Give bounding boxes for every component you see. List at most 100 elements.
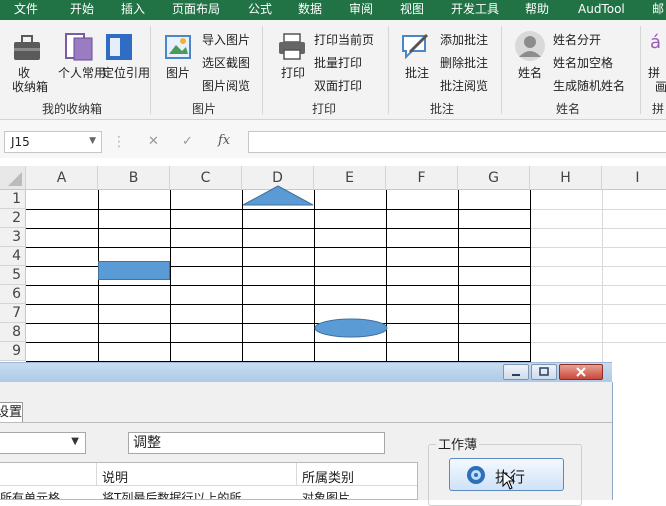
tab-mail[interactable]: 邮 xyxy=(652,0,664,20)
tab-formulas[interactable]: 公式 xyxy=(248,0,272,20)
chevron-down-icon[interactable]: ▼ xyxy=(71,436,79,447)
group-separator xyxy=(501,26,502,114)
print-label: 打印 xyxy=(281,66,306,80)
tab-insert[interactable]: 插入 xyxy=(121,0,145,20)
storage-box-label: 收纳箱 xyxy=(12,80,49,94)
table-header-row: 说明 所属类别 xyxy=(0,463,417,486)
tab-settings[interactable]: 设置 xyxy=(0,402,23,423)
region-capture-label: 选区截图 xyxy=(202,56,251,70)
maximize-button[interactable] xyxy=(531,364,557,380)
row-header-4[interactable]: 4 xyxy=(0,247,26,266)
group-separator xyxy=(150,26,151,114)
locate-ref-label: 定位引用 xyxy=(102,66,151,80)
tab-review[interactable]: 审阅 xyxy=(349,0,373,20)
row-header-5[interactable]: 5 xyxy=(0,266,26,285)
person-icon xyxy=(515,31,545,61)
table-header-description[interactable]: 说明 xyxy=(102,467,128,486)
tab-help[interactable]: 帮助 xyxy=(525,0,549,20)
select-all-corner[interactable] xyxy=(0,166,26,190)
column-header-h[interactable]: H xyxy=(530,166,602,190)
group-separator xyxy=(262,26,263,114)
print-current-page-label: 打印当前页 xyxy=(314,33,375,47)
name-add-space-label: 姓名加空格 xyxy=(553,56,614,70)
column-header-i[interactable]: I xyxy=(602,166,666,190)
adjust-text-value: 调整 xyxy=(133,435,161,451)
group-separator xyxy=(640,26,641,114)
duplex-print-label: 双面打印 xyxy=(314,79,363,93)
tab-audtool[interactable]: AudTool xyxy=(578,0,625,20)
minimize-icon xyxy=(512,374,520,376)
select-all-icon xyxy=(8,172,22,186)
spreadsheet-grid: A B C D E F G H I 1 2 3 4 5 6 7 8 9 xyxy=(0,166,666,366)
chevron-down-icon[interactable]: ▼ xyxy=(89,136,96,146)
split-name-label: 姓名分开 xyxy=(553,33,602,47)
adjust-text-field[interactable]: 调整 xyxy=(128,432,385,454)
column-header-f[interactable]: F xyxy=(386,166,458,190)
tab-page-layout[interactable]: 页面布局 xyxy=(172,0,220,20)
category-dropdown[interactable]: ▼ xyxy=(0,432,86,454)
printer-icon xyxy=(279,33,305,60)
column-divider xyxy=(96,463,97,485)
group-label-storage: 我的收纳箱 xyxy=(42,102,103,116)
ellipse-shape[interactable] xyxy=(314,318,388,338)
picture-browse-label: 图片阅览 xyxy=(202,79,251,93)
tab-view[interactable]: 视图 xyxy=(400,0,424,20)
cancel-icon[interactable]: ✕ xyxy=(148,134,159,149)
rectangle-shape[interactable] xyxy=(98,261,170,280)
column-header-a[interactable]: A xyxy=(26,166,98,190)
random-name-label: 生成随机姓名 xyxy=(553,79,626,93)
tab-data[interactable]: 数据 xyxy=(298,0,322,20)
tab-home[interactable]: 开始 xyxy=(70,0,94,20)
tab-developer[interactable]: 开发工具 xyxy=(451,0,499,20)
row-header-7[interactable]: 7 xyxy=(0,304,26,323)
storage-box-label-1: 收 xyxy=(18,66,31,80)
table-cell-name: 所有单元格 xyxy=(0,491,61,500)
maximize-icon xyxy=(539,367,549,376)
group-label-print: 打印 xyxy=(312,102,337,116)
row-header-9[interactable]: 9 xyxy=(0,342,26,361)
workbook-group-label: 工作薄 xyxy=(436,434,480,453)
execute-button[interactable]: 执行 xyxy=(449,458,564,491)
toolbox-icon xyxy=(14,35,40,60)
more-options-icon[interactable]: ⋮ xyxy=(112,134,126,150)
minimize-button[interactable] xyxy=(503,364,529,380)
batch-print-label: 批量打印 xyxy=(314,56,363,70)
name-box[interactable]: J15 ▼ xyxy=(4,131,102,153)
picture-label: 图片 xyxy=(166,66,191,80)
table-cell-category: 对象图片 xyxy=(302,491,351,500)
row-header-6[interactable]: 6 xyxy=(0,285,26,304)
dialog-body: 设置 ▼ 调整 工作薄 执行 说明 所属类别 所有单元格 将 xyxy=(0,382,613,506)
column-header-g[interactable]: G xyxy=(458,166,530,190)
formula-input[interactable] xyxy=(248,131,666,153)
column-header-e[interactable]: E xyxy=(314,166,386,190)
delete-annotation-label: 删除批注 xyxy=(440,56,489,70)
name-box-value: J15 xyxy=(11,135,30,149)
column-divider xyxy=(296,463,297,485)
column-header-c[interactable]: C xyxy=(170,166,242,190)
confirm-icon[interactable]: ✓ xyxy=(182,134,193,149)
row-header-1[interactable]: 1 xyxy=(0,190,26,209)
function-table[interactable]: 说明 所属类别 所有单元格 将T列最后数据行以上的所 对象图片 xyxy=(0,462,418,500)
row-header-3[interactable]: 3 xyxy=(0,228,26,247)
triangle-shape[interactable] xyxy=(242,185,314,206)
fx-icon[interactable]: fx xyxy=(218,133,230,148)
close-button[interactable] xyxy=(559,364,603,380)
group-label-name: 姓名 xyxy=(556,102,581,116)
tab-file[interactable]: 文件 xyxy=(14,0,38,20)
tab-settings-label: 设置 xyxy=(0,405,22,420)
pinyin-label: 拼 xyxy=(648,66,661,80)
table-header-category[interactable]: 所属类别 xyxy=(302,467,354,486)
group-separator xyxy=(388,26,389,114)
table-row[interactable]: 所有单元格 将T列最后数据行以上的所 对象图片 xyxy=(0,486,417,500)
pinyin-label-2: 画 xyxy=(655,80,666,94)
personal-common-label: 个人常用 xyxy=(58,66,107,80)
group-label-annotation: 批注 xyxy=(430,102,455,116)
close-icon xyxy=(576,367,586,377)
annotate-label: 批注 xyxy=(405,66,430,80)
column-header-b[interactable]: B xyxy=(98,166,170,190)
row-header-2[interactable]: 2 xyxy=(0,209,26,228)
row-header-8[interactable]: 8 xyxy=(0,323,26,342)
import-picture-label: 导入图片 xyxy=(202,33,251,47)
gear-run-icon xyxy=(467,466,485,484)
browse-annotation-label: 批注阅览 xyxy=(440,79,489,93)
